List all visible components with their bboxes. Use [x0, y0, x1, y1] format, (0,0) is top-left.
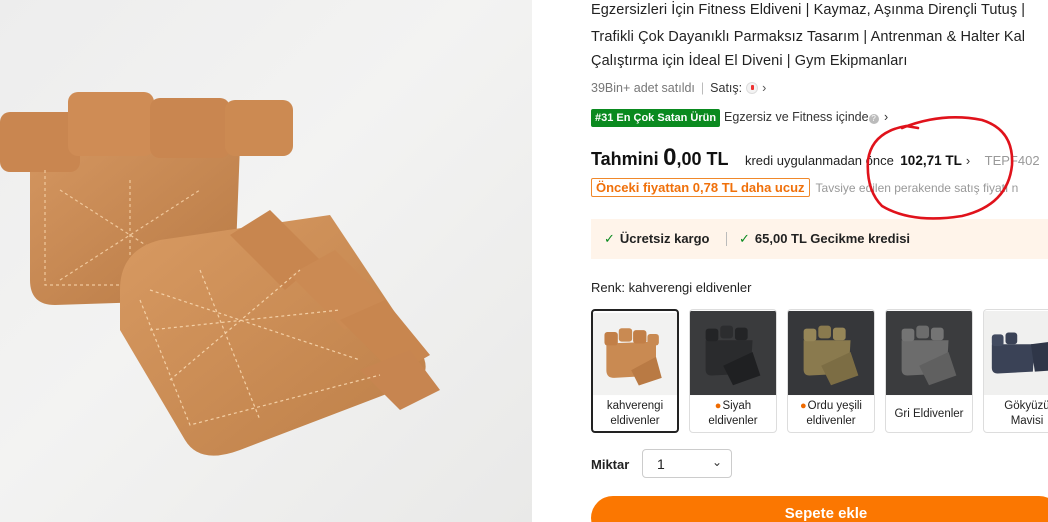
fire-icon: ● — [800, 400, 807, 412]
check-icon: ✓ — [604, 231, 615, 246]
swatch-image — [788, 310, 874, 396]
quantity-value: 1 — [657, 456, 665, 472]
rank-category[interactable]: Egzersiz ve Fitness içinde — [724, 110, 869, 124]
swatch-image — [886, 310, 972, 396]
sold-count: 39Bin+ adet satıldı — [591, 81, 695, 95]
swatch-label: ●Siyah eldivenler — [708, 400, 758, 427]
product-image[interactable] — [0, 0, 532, 522]
price-label: Tahmini — [591, 149, 659, 169]
delay-credit-label: 65,00 TL Gecikme kredisi — [754, 231, 911, 246]
quantity-label: Miktar — [591, 457, 630, 472]
free-shipping-label: Ücretsiz kargo — [619, 231, 710, 246]
color-label: Renk: kahverengi eldivenler — [591, 280, 752, 295]
swatch-label: Gökyüzü Mavisi — [1004, 400, 1048, 427]
seller-label: Satış: — [710, 81, 743, 95]
color-swatch-gri[interactable]: Gri Eldivenler — [885, 309, 973, 433]
swatch-image — [984, 310, 1048, 396]
divider — [726, 232, 727, 246]
bestseller-badge: #31 En Çok Satan Ürün — [591, 109, 721, 127]
price-integer: 0 — [663, 144, 677, 171]
product-title-line-2: Trafikli Çok Dayanıklı Parmaksız Tasarım… — [591, 29, 1026, 45]
glove-front — [120, 210, 440, 456]
discount-badge: Önceki fiyattan 0,78 TL daha ucuz — [591, 178, 810, 197]
glove-illustration — [0, 92, 440, 456]
color-swatch-ordu-yesili[interactable]: ●Ordu yeşili eldivenler — [787, 309, 875, 433]
annotation-circle — [866, 116, 1014, 220]
add-to-cart-button[interactable]: Sepete ekle — [591, 496, 1048, 522]
bestseller-rank[interactable]: #31 En Çok Satan Ürün Egzersiz ve Fitness… — [591, 109, 888, 127]
chevron-down-icon: ⌄ — [711, 455, 722, 469]
color-swatch-siyah[interactable]: ●Siyah eldivenler — [689, 309, 777, 433]
fire-icon: ● — [714, 400, 722, 412]
product-title-line-3: Çalıştırma için İdeal El Diveni | Gym Ek… — [591, 53, 908, 69]
color-swatch-kahverengi[interactable]: kahverengi eldivenler — [591, 309, 679, 433]
delay-credit: ✓ 65,00 TL Gecikme kredisi — [739, 231, 910, 247]
swatch-label: Gri Eldivenler — [894, 408, 964, 420]
free-shipping: ✓ Ücretsiz kargo — [604, 231, 710, 247]
seller-avatar-icon[interactable] — [746, 82, 759, 94]
color-swatch-gokyuzu-mavisi[interactable]: Gökyüzü Mavisi — [983, 309, 1048, 433]
quantity-select[interactable]: 1 ⌄ — [642, 449, 732, 478]
product-info-panel: Egzersizleri İçin Fitness Eldiveni | Kay… — [591, 0, 1048, 522]
product-title-line-1: Egzersizleri İçin Fitness Eldiveni | Kay… — [591, 2, 1026, 18]
swatch-label: ●Ordu yeşili eldivenler — [800, 400, 862, 427]
sales-info: 39Bin+ adet satıldı | Satış: › — [591, 81, 767, 95]
price-decimal: ,00 TL — [676, 149, 729, 169]
swatch-image — [593, 312, 677, 396]
check-icon: ✓ — [739, 231, 750, 246]
chevron-right-icon[interactable]: › — [762, 81, 766, 95]
swatch-label: kahverengi eldivenler — [606, 400, 664, 427]
swatch-image — [690, 310, 776, 396]
